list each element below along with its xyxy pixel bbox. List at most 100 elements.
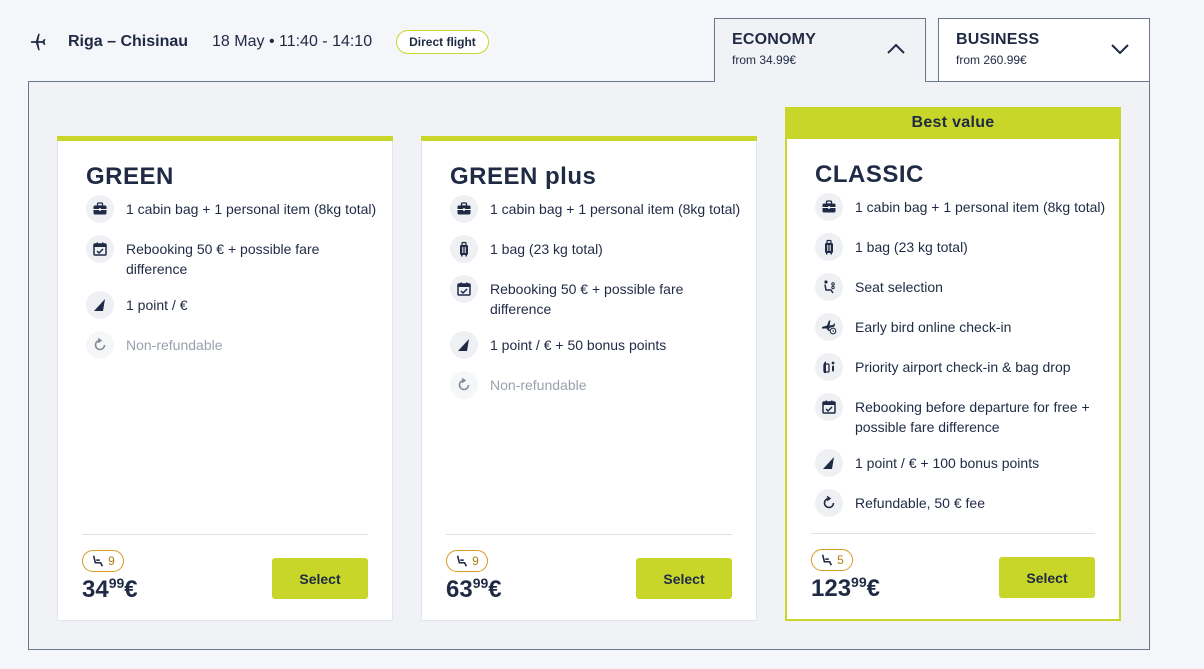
feature-text: 1 cabin bag + 1 personal item (8kg total… (126, 201, 377, 217)
chevron-up-icon (887, 43, 905, 54)
feature-item: 1 point / € + 100 bonus points (815, 449, 1109, 477)
card-accent-bar (57, 136, 393, 141)
feature-text: 1 cabin bag + 1 personal item (8kg total… (855, 199, 1106, 215)
briefcase-icon (815, 193, 843, 221)
divider (82, 534, 368, 535)
divider (446, 534, 732, 535)
feature-text: Rebooking 50 € + possible fare differenc… (490, 281, 684, 317)
divider (811, 533, 1095, 534)
feature-text: 1 point / € + 100 bonus points (855, 455, 1040, 471)
points-icon (815, 449, 843, 477)
refund-icon (86, 331, 114, 359)
fare-name: CLASSIC (815, 161, 924, 188)
feature-text: 1 bag (23 kg total) (490, 241, 603, 257)
price-cents: 99 (851, 574, 867, 590)
feature-item: Priority airport check-in & bag drop (815, 353, 1109, 381)
seats-left-badge: 9 (446, 550, 488, 572)
seats-left-badge: 9 (82, 550, 124, 572)
points-icon (450, 331, 478, 359)
feature-item: 1 point / € + 50 bonus points (450, 331, 746, 359)
calendar-check-icon (86, 235, 114, 263)
points-icon (86, 291, 114, 319)
feature-item: 1 bag (23 kg total) (450, 235, 746, 263)
feature-item: Early bird online check-in (815, 313, 1109, 341)
fare-name: GREEN plus (450, 163, 597, 190)
price-main: 34 (82, 576, 109, 603)
chevron-down-icon (1111, 44, 1129, 55)
feature-item: 1 bag (23 kg total) (815, 233, 1109, 261)
tab-business-price: from 260.99€ (956, 53, 1027, 67)
price-currency: € (866, 575, 880, 602)
calendar-check-icon (815, 393, 843, 421)
feature-item: Non-refundable (86, 331, 382, 359)
feature-item: 1 cabin bag + 1 personal item (8kg total… (815, 193, 1109, 221)
feature-item: Rebooking 50 € + possible fare differenc… (86, 235, 382, 279)
feature-item: Rebooking before departure for free + po… (815, 393, 1109, 437)
feature-text: Early bird online check-in (855, 319, 1012, 335)
feature-list: 1 cabin bag + 1 personal item (8kg total… (86, 195, 382, 375)
tab-economy[interactable]: ECONOMY from 34.99€ (714, 18, 926, 82)
fare-price: 12399€ (811, 574, 880, 603)
feature-item: 1 point / € (86, 291, 382, 319)
card-accent-bar (421, 136, 757, 141)
priority-checkin-icon (815, 353, 843, 381)
select-classic-button[interactable]: Select (999, 557, 1095, 598)
fare-price: 3499€ (82, 575, 138, 604)
feature-text: 1 point / € (126, 297, 188, 313)
feature-item: Non-refundable (450, 371, 746, 399)
feature-text: Non-refundable (126, 337, 223, 353)
fare-price: 6399€ (446, 575, 502, 604)
feature-text: Seat selection (855, 279, 943, 295)
tab-business-label: BUSINESS (956, 31, 1040, 48)
luggage-icon (815, 233, 843, 261)
seat-icon (820, 553, 834, 567)
refund-icon (450, 371, 478, 399)
route-label: Riga – Chisinau (68, 33, 189, 50)
refund-icon (815, 489, 843, 517)
seats-left-count: 5 (837, 553, 844, 567)
select-green-button[interactable]: Select (272, 558, 368, 599)
price-main: 63 (446, 576, 473, 603)
feature-text: 1 bag (23 kg total) (855, 239, 968, 255)
flight-header: Riga – Chisinau 18 May • 11:40 - 14:10 D… (28, 28, 489, 56)
feature-text: Priority airport check-in & bag drop (855, 359, 1071, 375)
feature-item: Rebooking 50 € + possible fare differenc… (450, 275, 746, 319)
seats-left-count: 9 (472, 554, 479, 568)
fare-card-green: GREEN 1 cabin bag + 1 personal item (8kg… (57, 136, 393, 621)
seat-icon (455, 554, 469, 568)
panel-border (925, 81, 939, 82)
feature-text: Non-refundable (490, 377, 587, 393)
price-cents: 99 (472, 575, 489, 591)
feature-item: Seat selection (815, 273, 1109, 301)
feature-list: 1 cabin bag + 1 personal item (8kg total… (450, 195, 746, 415)
seats-left-count: 9 (108, 554, 115, 568)
seat-icon (91, 554, 105, 568)
price-main: 123 (811, 575, 852, 602)
luggage-icon (450, 235, 478, 263)
tab-business[interactable]: BUSINESS from 260.99€ (938, 18, 1150, 82)
plane-clock-icon (815, 313, 843, 341)
tab-economy-label: ECONOMY (732, 31, 817, 48)
direct-flight-badge: Direct flight (396, 30, 489, 54)
feature-list: 1 cabin bag + 1 personal item (8kg total… (815, 193, 1109, 533)
select-green-plus-button[interactable]: Select (636, 558, 732, 599)
best-value-banner: Best value (785, 107, 1121, 139)
fare-name: GREEN (86, 163, 174, 190)
fare-card-classic: Best value CLASSIC 1 cabin bag + 1 perso… (785, 107, 1121, 621)
feature-text: Refundable, 50 € fee (855, 495, 985, 511)
feature-item: Refundable, 50 € fee (815, 489, 1109, 517)
briefcase-icon (450, 195, 478, 223)
calendar-check-icon (450, 275, 478, 303)
feature-text: Rebooking 50 € + possible fare differenc… (126, 241, 320, 277)
price-currency: € (124, 576, 138, 603)
feature-text: 1 cabin bag + 1 personal item (8kg total… (490, 201, 741, 217)
price-cents: 99 (108, 575, 125, 591)
briefcase-icon (86, 195, 114, 223)
feature-text: Rebooking before departure for free + po… (855, 399, 1090, 435)
fare-card-green-plus: GREEN plus 1 cabin bag + 1 personal item… (421, 136, 757, 621)
feature-text: 1 point / € + 50 bonus points (490, 337, 667, 353)
price-currency: € (488, 576, 502, 603)
feature-item: 1 cabin bag + 1 personal item (8kg total… (450, 195, 746, 223)
tab-economy-price: from 34.99€ (732, 53, 797, 67)
flight-datetime: 18 May • 11:40 - 14:10 (212, 33, 373, 50)
